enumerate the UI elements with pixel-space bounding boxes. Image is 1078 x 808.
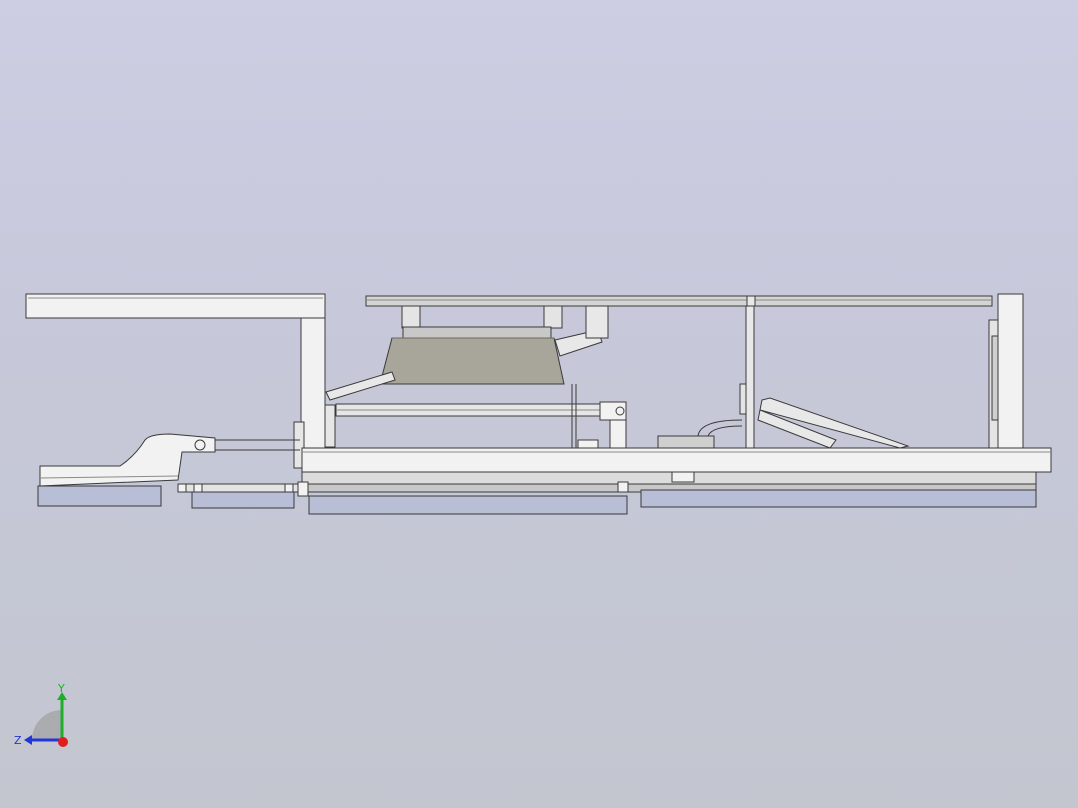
left-gripper-lever bbox=[39, 433, 300, 487]
graphics-viewport[interactable]: Y Z bbox=[0, 0, 1078, 808]
x-axis-dot bbox=[58, 737, 68, 747]
cad-model[interactable] bbox=[0, 0, 1078, 808]
right-diagonal-arm bbox=[697, 397, 910, 449]
base-platform bbox=[301, 447, 1052, 493]
z-axis-arrowhead bbox=[24, 735, 32, 745]
triad-quarter-disc bbox=[32, 710, 62, 740]
funnel-hopper bbox=[379, 305, 565, 385]
center-vertical-rod bbox=[739, 305, 755, 449]
top-frame-rail bbox=[365, 295, 993, 307]
motor-block bbox=[657, 435, 715, 449]
z-axis-label: Z bbox=[14, 734, 22, 747]
y-axis-label: Y bbox=[57, 682, 65, 695]
left-top-arm bbox=[25, 293, 326, 319]
coordinate-triad: Y Z bbox=[10, 682, 80, 752]
right-vertical-post bbox=[988, 293, 1024, 449]
